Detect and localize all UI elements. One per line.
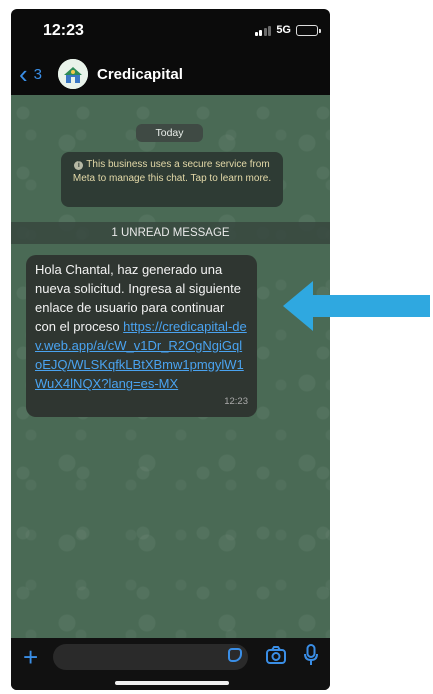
message-bubble[interactable]: Hola Chantal, haz generado una nueva sol… bbox=[26, 255, 257, 417]
camera-icon[interactable] bbox=[266, 646, 286, 664]
status-indicators: 5G bbox=[254, 24, 321, 36]
chevron-left-icon: ‹ bbox=[19, 59, 28, 89]
network-label: 5G bbox=[276, 24, 291, 36]
credicapital-logo-icon bbox=[58, 59, 89, 89]
system-notice[interactable]: i This business uses a secure service fro… bbox=[61, 152, 283, 207]
battery-icon bbox=[296, 24, 321, 36]
info-icon: i bbox=[74, 161, 84, 170]
signal-icon bbox=[254, 25, 272, 36]
arrow-left-icon bbox=[283, 281, 430, 331]
message-time: 12:23 bbox=[224, 396, 248, 407]
date-separator: Today bbox=[136, 124, 203, 142]
back-count: 3 bbox=[33, 65, 43, 83]
message-input[interactable] bbox=[53, 644, 248, 670]
microphone-icon[interactable] bbox=[303, 644, 319, 666]
contact-name[interactable]: Credicapital bbox=[97, 66, 183, 83]
chat-header: ‹ 3 Credicapital bbox=[11, 53, 330, 95]
phone-screen: 12:23 5G ‹ 3 Credicapital Today i This b… bbox=[11, 9, 330, 690]
status-bar: 12:23 5G bbox=[11, 9, 330, 53]
avatar[interactable] bbox=[58, 59, 89, 89]
composer-bar: + bbox=[11, 638, 330, 690]
home-indicator bbox=[115, 681, 229, 685]
back-button[interactable]: ‹ 3 bbox=[19, 59, 43, 89]
status-time: 12:23 bbox=[43, 22, 84, 39]
unread-separator: 1 UNREAD MESSAGE bbox=[11, 222, 330, 244]
plus-icon[interactable]: + bbox=[23, 644, 38, 670]
chat-area[interactable]: Today i This business uses a secure servi… bbox=[11, 95, 330, 638]
system-notice-text: This business uses a secure service from… bbox=[72, 159, 272, 184]
